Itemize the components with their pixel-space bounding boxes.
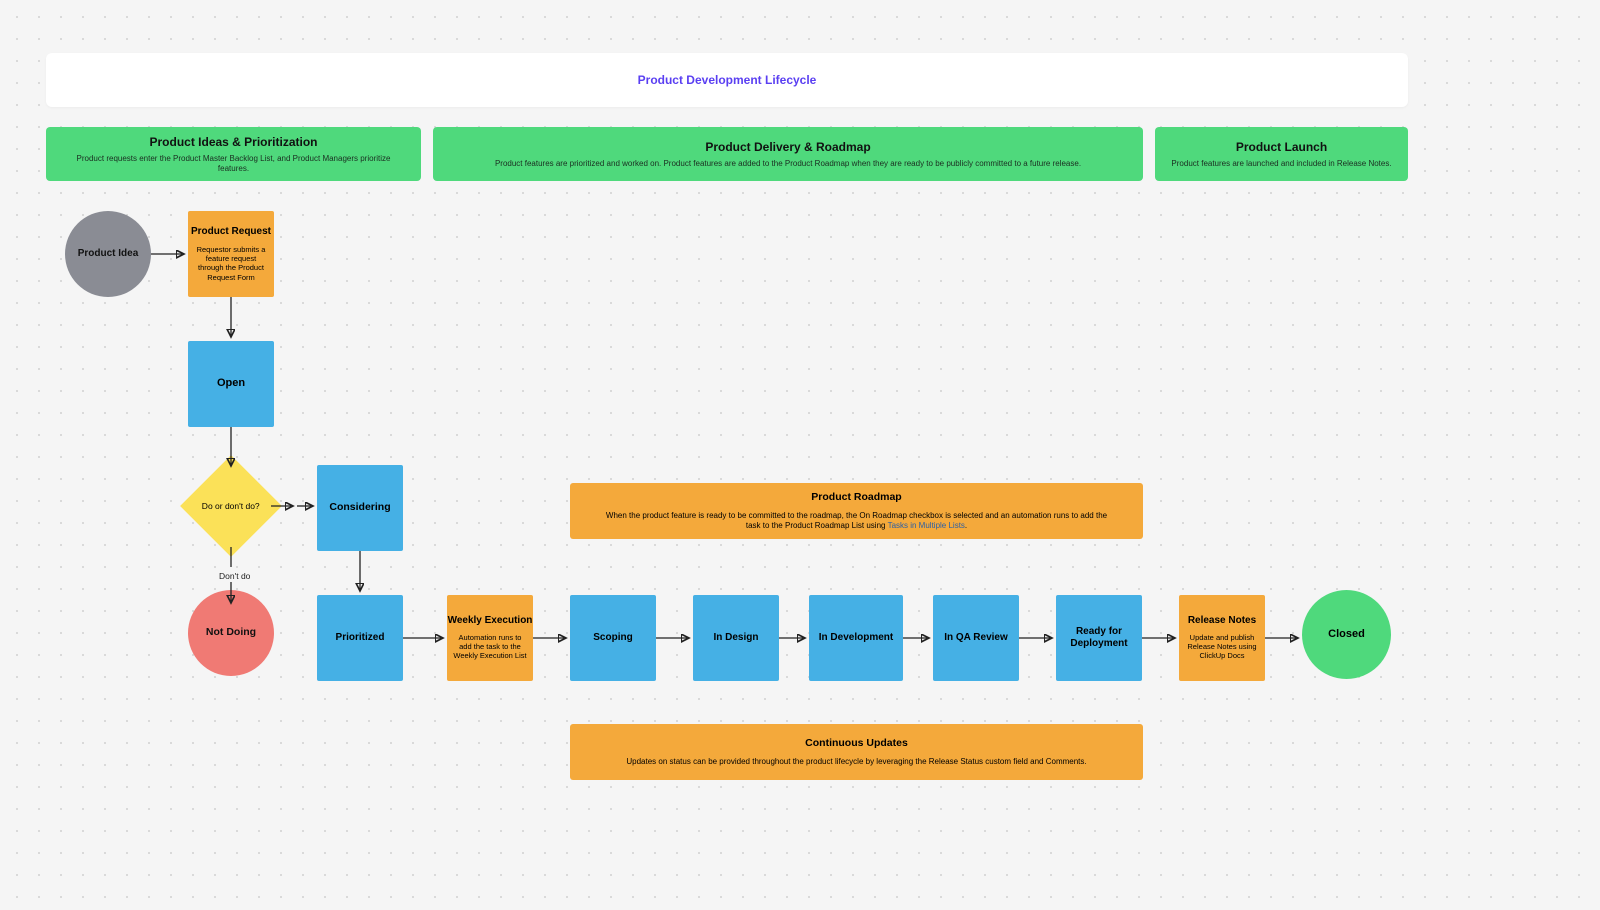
section-delivery[interactable]: Product Delivery & Roadmap Product featu… — [433, 127, 1143, 181]
node-decision[interactable]: Do or don't do? — [180, 455, 282, 557]
node-product-request-desc: Requestor submits a feature request thro… — [188, 245, 274, 283]
node-product-request[interactable]: Product Request Requestor submits a feat… — [188, 211, 274, 297]
node-scoping[interactable]: Scoping — [570, 595, 656, 681]
continuous-heading: Continuous Updates — [805, 737, 908, 750]
diagram-title-text: Product Development Lifecycle — [638, 73, 817, 88]
node-product-request-heading: Product Request — [191, 226, 271, 239]
node-prioritized[interactable]: Prioritized — [317, 595, 403, 681]
section-ideas-heading: Product Ideas & Prioritization — [149, 135, 317, 150]
section-launch-heading: Product Launch — [1236, 140, 1327, 155]
node-in-qa-label: In QA Review — [944, 632, 1008, 645]
node-in-design-label: In Design — [713, 632, 758, 645]
node-considering-label: Considering — [329, 501, 390, 514]
roadmap-desc-pre: When the product feature is ready to be … — [606, 511, 1107, 530]
diagram-canvas[interactable]: Product Development Lifecycle Product Id… — [0, 0, 1600, 910]
node-product-idea-label: Product Idea — [78, 248, 139, 261]
node-open[interactable]: Open — [188, 341, 274, 427]
node-product-roadmap[interactable]: Product Roadmap When the product feature… — [570, 483, 1143, 539]
section-delivery-heading: Product Delivery & Roadmap — [705, 140, 870, 155]
node-ready-label: Ready for Deployment — [1056, 626, 1142, 651]
continuous-desc: Updates on status can be provided throug… — [596, 757, 1116, 767]
node-prioritized-label: Prioritized — [336, 632, 385, 645]
roadmap-desc-post: . — [965, 521, 967, 530]
node-closed-label: Closed — [1328, 628, 1365, 642]
node-weekly-execution[interactable]: Weekly Execution Automation runs to add … — [447, 595, 533, 681]
node-release-notes-desc: Update and publish Release Notes using C… — [1179, 633, 1265, 661]
node-weekly-heading: Weekly Execution — [448, 615, 533, 628]
node-scoping-label: Scoping — [593, 632, 632, 645]
node-in-development-label: In Development — [819, 632, 893, 645]
node-product-idea[interactable]: Product Idea — [65, 211, 151, 297]
section-ideas[interactable]: Product Ideas & Prioritization Product r… — [46, 127, 421, 181]
node-closed[interactable]: Closed — [1302, 590, 1391, 679]
diagram-title: Product Development Lifecycle — [46, 53, 1408, 107]
node-open-label: Open — [217, 377, 245, 391]
node-continuous-updates[interactable]: Continuous Updates Updates on status can… — [570, 724, 1143, 780]
node-ready-for-deployment[interactable]: Ready for Deployment — [1056, 595, 1142, 681]
roadmap-desc-link[interactable]: Tasks in Multiple Lists — [888, 521, 965, 530]
section-ideas-desc: Product requests enter the Product Maste… — [60, 154, 407, 174]
node-release-notes[interactable]: Release Notes Update and publish Release… — [1179, 595, 1265, 681]
node-considering[interactable]: Considering — [317, 465, 403, 551]
node-in-qa-review[interactable]: In QA Review — [933, 595, 1019, 681]
node-not-doing-label: Not Doing — [206, 626, 256, 639]
section-launch-desc: Product features are launched and includ… — [1171, 159, 1391, 169]
node-decision-label: Do or don't do? — [202, 501, 260, 512]
node-weekly-desc: Automation runs to add the task to the W… — [447, 633, 533, 661]
section-delivery-desc: Product features are prioritized and wor… — [495, 159, 1081, 169]
section-launch[interactable]: Product Launch Product features are laun… — [1155, 127, 1408, 181]
roadmap-heading: Product Roadmap — [811, 491, 901, 504]
node-in-design[interactable]: In Design — [693, 595, 779, 681]
roadmap-desc: When the product feature is ready to be … — [570, 511, 1143, 531]
edge-label-dont-do: Don't do — [219, 571, 250, 581]
node-in-development[interactable]: In Development — [809, 595, 903, 681]
node-not-doing[interactable]: Not Doing — [188, 590, 274, 676]
node-release-notes-heading: Release Notes — [1188, 615, 1256, 628]
